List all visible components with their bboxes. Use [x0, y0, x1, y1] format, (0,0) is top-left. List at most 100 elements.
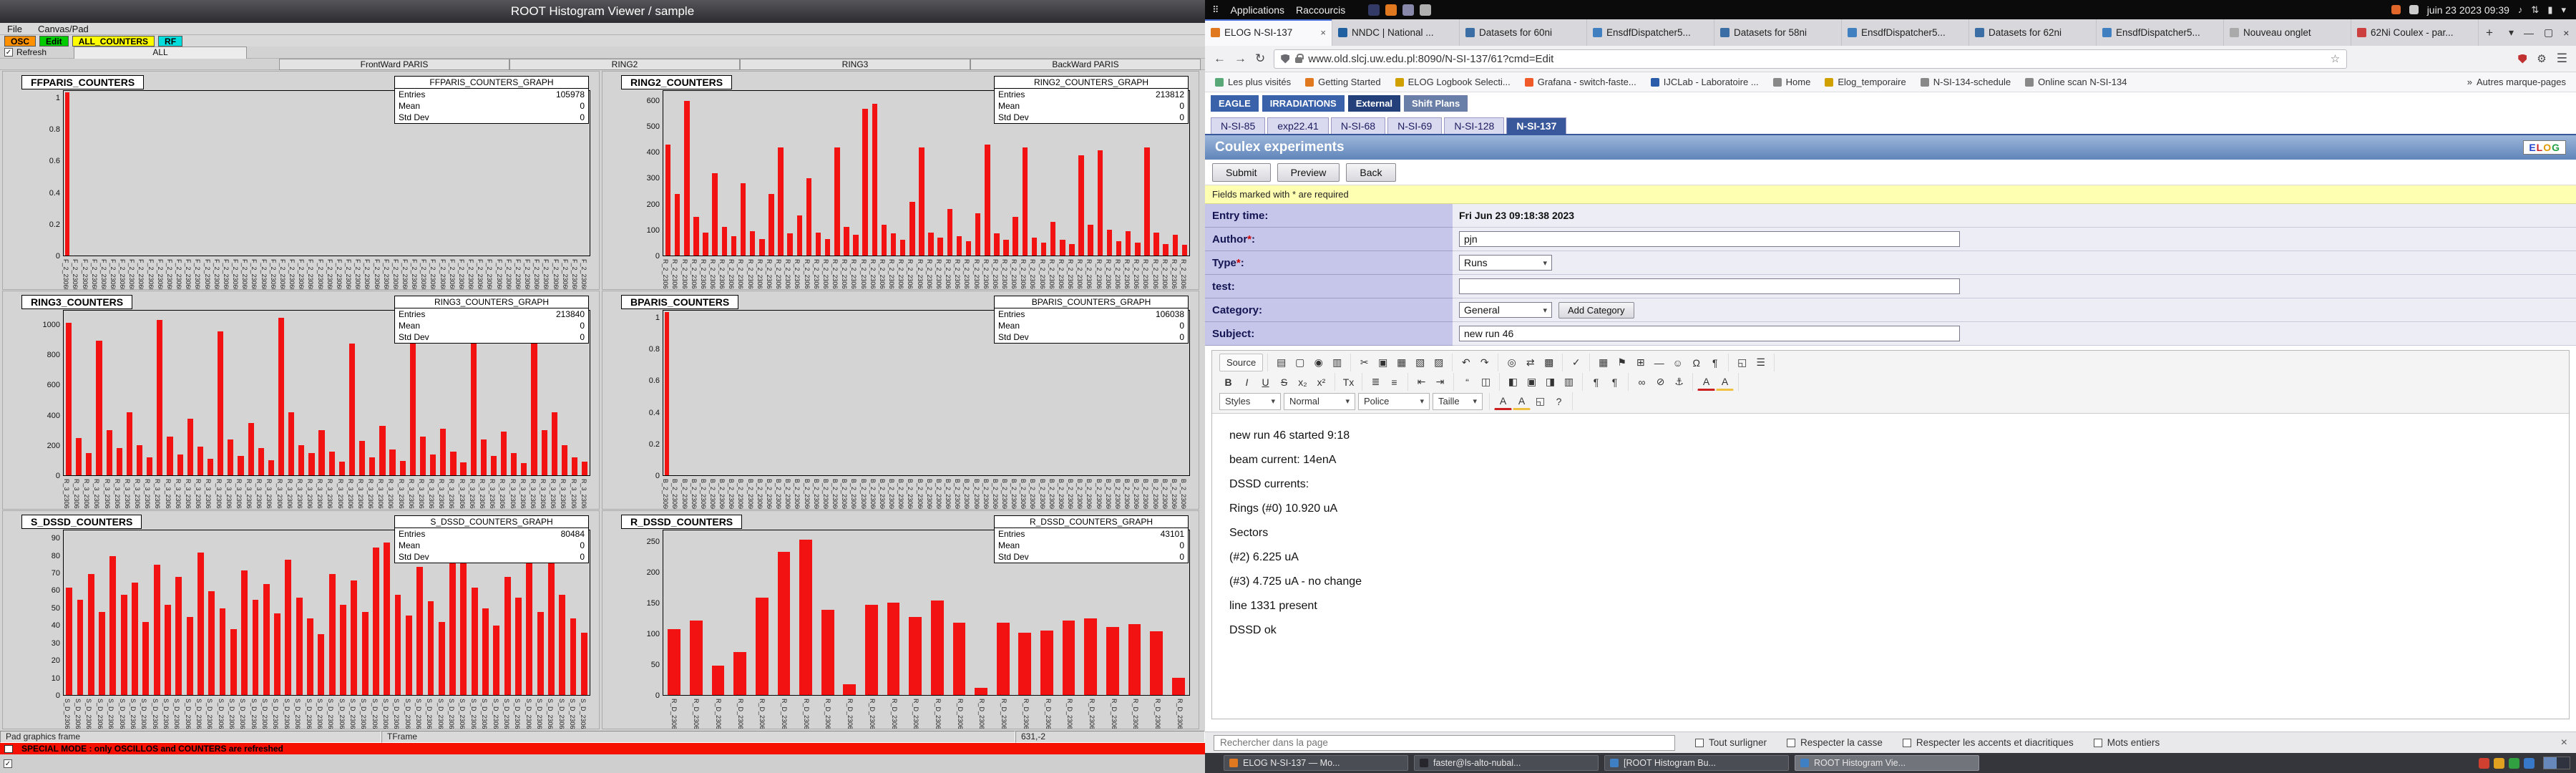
tracking-protection-icon[interactable] — [1281, 54, 1289, 64]
workspace-1[interactable] — [2544, 757, 2557, 769]
browser-tab[interactable]: Nouveau onglet — [2224, 19, 2351, 46]
redo-icon[interactable]: ↷ — [1475, 354, 1493, 371]
horizontal-rule-icon[interactable]: ― — [1650, 354, 1668, 371]
bookmark-item[interactable]: Online scan N-SI-134 — [2025, 77, 2127, 87]
source-button[interactable]: Source — [1219, 354, 1263, 371]
tab-frontward-paris[interactable]: FrontWard PARIS — [279, 59, 509, 70]
text-color-icon[interactable]: A — [1494, 392, 1512, 410]
copy-icon[interactable]: ▣ — [1374, 354, 1392, 371]
panel-clock[interactable]: juin 23 2023 09:39 — [2427, 4, 2509, 16]
sound-icon[interactable]: ♪ — [2518, 4, 2523, 15]
flag-icon[interactable]: ⚑ — [1613, 354, 1631, 371]
panel-app-icon[interactable] — [1402, 4, 1414, 16]
grid-icon[interactable]: ⠿ — [1212, 4, 1219, 16]
paste-icon[interactable]: ▦ — [1392, 354, 1410, 371]
bookmark-item[interactable]: Les plus visités — [1215, 77, 1291, 87]
panel-menu-applications[interactable]: Applications — [1231, 4, 1285, 16]
editor-dropdown-styles[interactable]: Styles▾ — [1219, 393, 1281, 410]
editor-dropdown-police[interactable]: Police▾ — [1358, 393, 1430, 410]
editor-text-area[interactable]: new run 46 started 9:18beam current: 14e… — [1212, 414, 2569, 719]
preview-icon[interactable]: ◉ — [1309, 354, 1327, 371]
paste-word-icon[interactable]: ▨ — [1430, 354, 1448, 371]
tray-app-icon[interactable] — [2524, 758, 2534, 769]
bookmark-item[interactable]: ELOG Logbook Selecti... — [1395, 77, 1511, 87]
align-right-icon[interactable]: ◨ — [1541, 373, 1559, 391]
logbook-tab-n-si-85[interactable]: N-SI-85 — [1211, 117, 1265, 134]
bold-icon[interactable]: B — [1219, 373, 1237, 391]
chevron-down-icon[interactable]: ▾ — [2561, 4, 2566, 16]
tab-ring2[interactable]: RING2 — [509, 59, 740, 70]
logbook-tab-n-si-68[interactable]: N-SI-68 — [1331, 117, 1385, 134]
checkbox-icon[interactable] — [1903, 739, 1911, 747]
menu-file[interactable]: File — [7, 24, 22, 34]
browser-tab[interactable]: Datasets for 62ni — [1969, 19, 2097, 46]
task-window-button[interactable]: ROOT Histogram Vie... — [1795, 755, 1979, 771]
elog-group-irradiations[interactable]: IRRADIATIONS — [1262, 95, 1345, 112]
option-checkbox[interactable]: ✓ — [4, 759, 12, 768]
ring3-counters-pad[interactable]: 10008006004002000R_3_23060_1R_3_23060_2R… — [3, 291, 599, 509]
all-counters-button[interactable]: ALL_COUNTERS — [72, 36, 155, 47]
browser-tab[interactable]: EnsdfDispatcher5... — [1587, 19, 1714, 46]
indent-icon[interactable]: ⇥ — [1431, 373, 1449, 391]
save-icon[interactable]: ▤ — [1272, 354, 1290, 371]
r-dssd-counters-pad[interactable]: 250200150100500R_D_23060_1R_D_23060_2R_D… — [602, 511, 1199, 729]
special-char-icon[interactable]: Ω — [1687, 354, 1705, 371]
elog-group-eagle[interactable]: EAGLE — [1211, 95, 1259, 112]
logbook-tab-exp22-41[interactable]: exp22.41 — [1267, 117, 1329, 134]
align-center-icon[interactable]: ▣ — [1523, 373, 1541, 391]
tray-app-icon[interactable] — [2479, 758, 2489, 769]
refresh-checkbox[interactable]: ✓ — [4, 48, 13, 57]
outdent-icon[interactable]: ⇤ — [1413, 373, 1430, 391]
checkbox-icon[interactable] — [2094, 739, 2102, 747]
smiley-icon[interactable]: ☺ — [1669, 354, 1687, 371]
browser-tab[interactable]: Datasets for 58ni — [1714, 19, 1842, 46]
rf-button[interactable]: RF — [158, 36, 182, 47]
browser-tab[interactable]: EnsdfDispatcher5... — [1842, 19, 1969, 46]
page-break-icon[interactable]: ¶ — [1706, 354, 1724, 371]
browser-tab[interactable]: Datasets for 60ni — [1460, 19, 1587, 46]
bookmark-item[interactable]: Grafana - switch-faste... — [1525, 77, 1636, 87]
browser-tab[interactable]: NNDC | National ... — [1332, 19, 1460, 46]
tab-ring3[interactable]: RING3 — [740, 59, 970, 70]
select-all-icon[interactable]: ▩ — [1540, 354, 1558, 371]
find-input[interactable] — [1214, 735, 1675, 751]
tray-app-icon[interactable] — [2509, 758, 2519, 769]
add-category-button[interactable]: Add Category — [1558, 302, 1634, 319]
bulleted-list-icon[interactable]: ≡ — [1385, 373, 1403, 391]
italic-icon[interactable]: I — [1238, 373, 1256, 391]
list-tabs-icon[interactable]: ▾ — [2509, 26, 2514, 39]
close-icon[interactable]: × — [2563, 27, 2569, 39]
workspace-switcher[interactable] — [2543, 757, 2570, 769]
url-text[interactable]: www.old.slcj.uw.edu.pl:8090/N-SI-137/61?… — [1308, 53, 1553, 65]
remove-format-icon[interactable]: Tx — [1340, 373, 1357, 391]
close-icon[interactable]: × — [2561, 736, 2567, 749]
panel-app-icon[interactable] — [1420, 4, 1431, 16]
stats-box[interactable]: FFPARIS_COUNTERS_GRAPHEntries105978Mean0… — [394, 76, 589, 124]
bookmark-item[interactable]: Home — [1773, 77, 1811, 87]
image-icon[interactable]: ▦ — [1594, 354, 1612, 371]
back-icon[interactable]: ← — [1214, 52, 1226, 66]
other-bookmarks[interactable]: »Autres marque-pages — [2467, 77, 2566, 87]
stats-box[interactable]: S_DSSD_COUNTERS_GRAPHEntries80484Mean0St… — [394, 515, 589, 563]
bookmark-item[interactable]: N-SI-134-schedule — [1921, 77, 2011, 87]
align-justify-icon[interactable]: ▥ — [1560, 373, 1578, 391]
maximize-icon[interactable]: ◱ — [1733, 354, 1751, 371]
subject-input[interactable] — [1459, 326, 1960, 341]
root-canvas[interactable]: 10.80.60.40.20F_2_23060_1F_2_23060_2F_2_… — [0, 70, 1205, 731]
edit-button[interactable]: Edit — [39, 36, 69, 47]
new-tab-button[interactable]: + — [2479, 19, 2500, 46]
tab-close-icon[interactable]: × — [1320, 27, 1326, 38]
author-input[interactable] — [1459, 231, 1960, 247]
minimize-icon[interactable]: — — [2524, 27, 2534, 39]
anchor-icon[interactable]: ⚓ — [1670, 373, 1688, 391]
indicator-icon[interactable] — [2391, 5, 2401, 14]
cut-icon[interactable]: ✂ — [1355, 354, 1373, 371]
panel-menu-raccourcis[interactable]: Raccourcis — [1296, 4, 1345, 16]
browser-tab[interactable]: EnsdfDispatcher5... — [2097, 19, 2224, 46]
battery-icon[interactable]: ▮ — [2547, 4, 2552, 16]
bg-color-icon[interactable]: A — [1513, 392, 1531, 410]
stats-box[interactable]: RING2_COUNTERS_GRAPHEntries213812Mean0St… — [994, 76, 1189, 124]
panel-app-icon[interactable] — [1368, 4, 1380, 16]
logbook-tab-n-si-69[interactable]: N-SI-69 — [1387, 117, 1442, 134]
maximize-icon[interactable]: ◱ — [1531, 392, 1549, 410]
